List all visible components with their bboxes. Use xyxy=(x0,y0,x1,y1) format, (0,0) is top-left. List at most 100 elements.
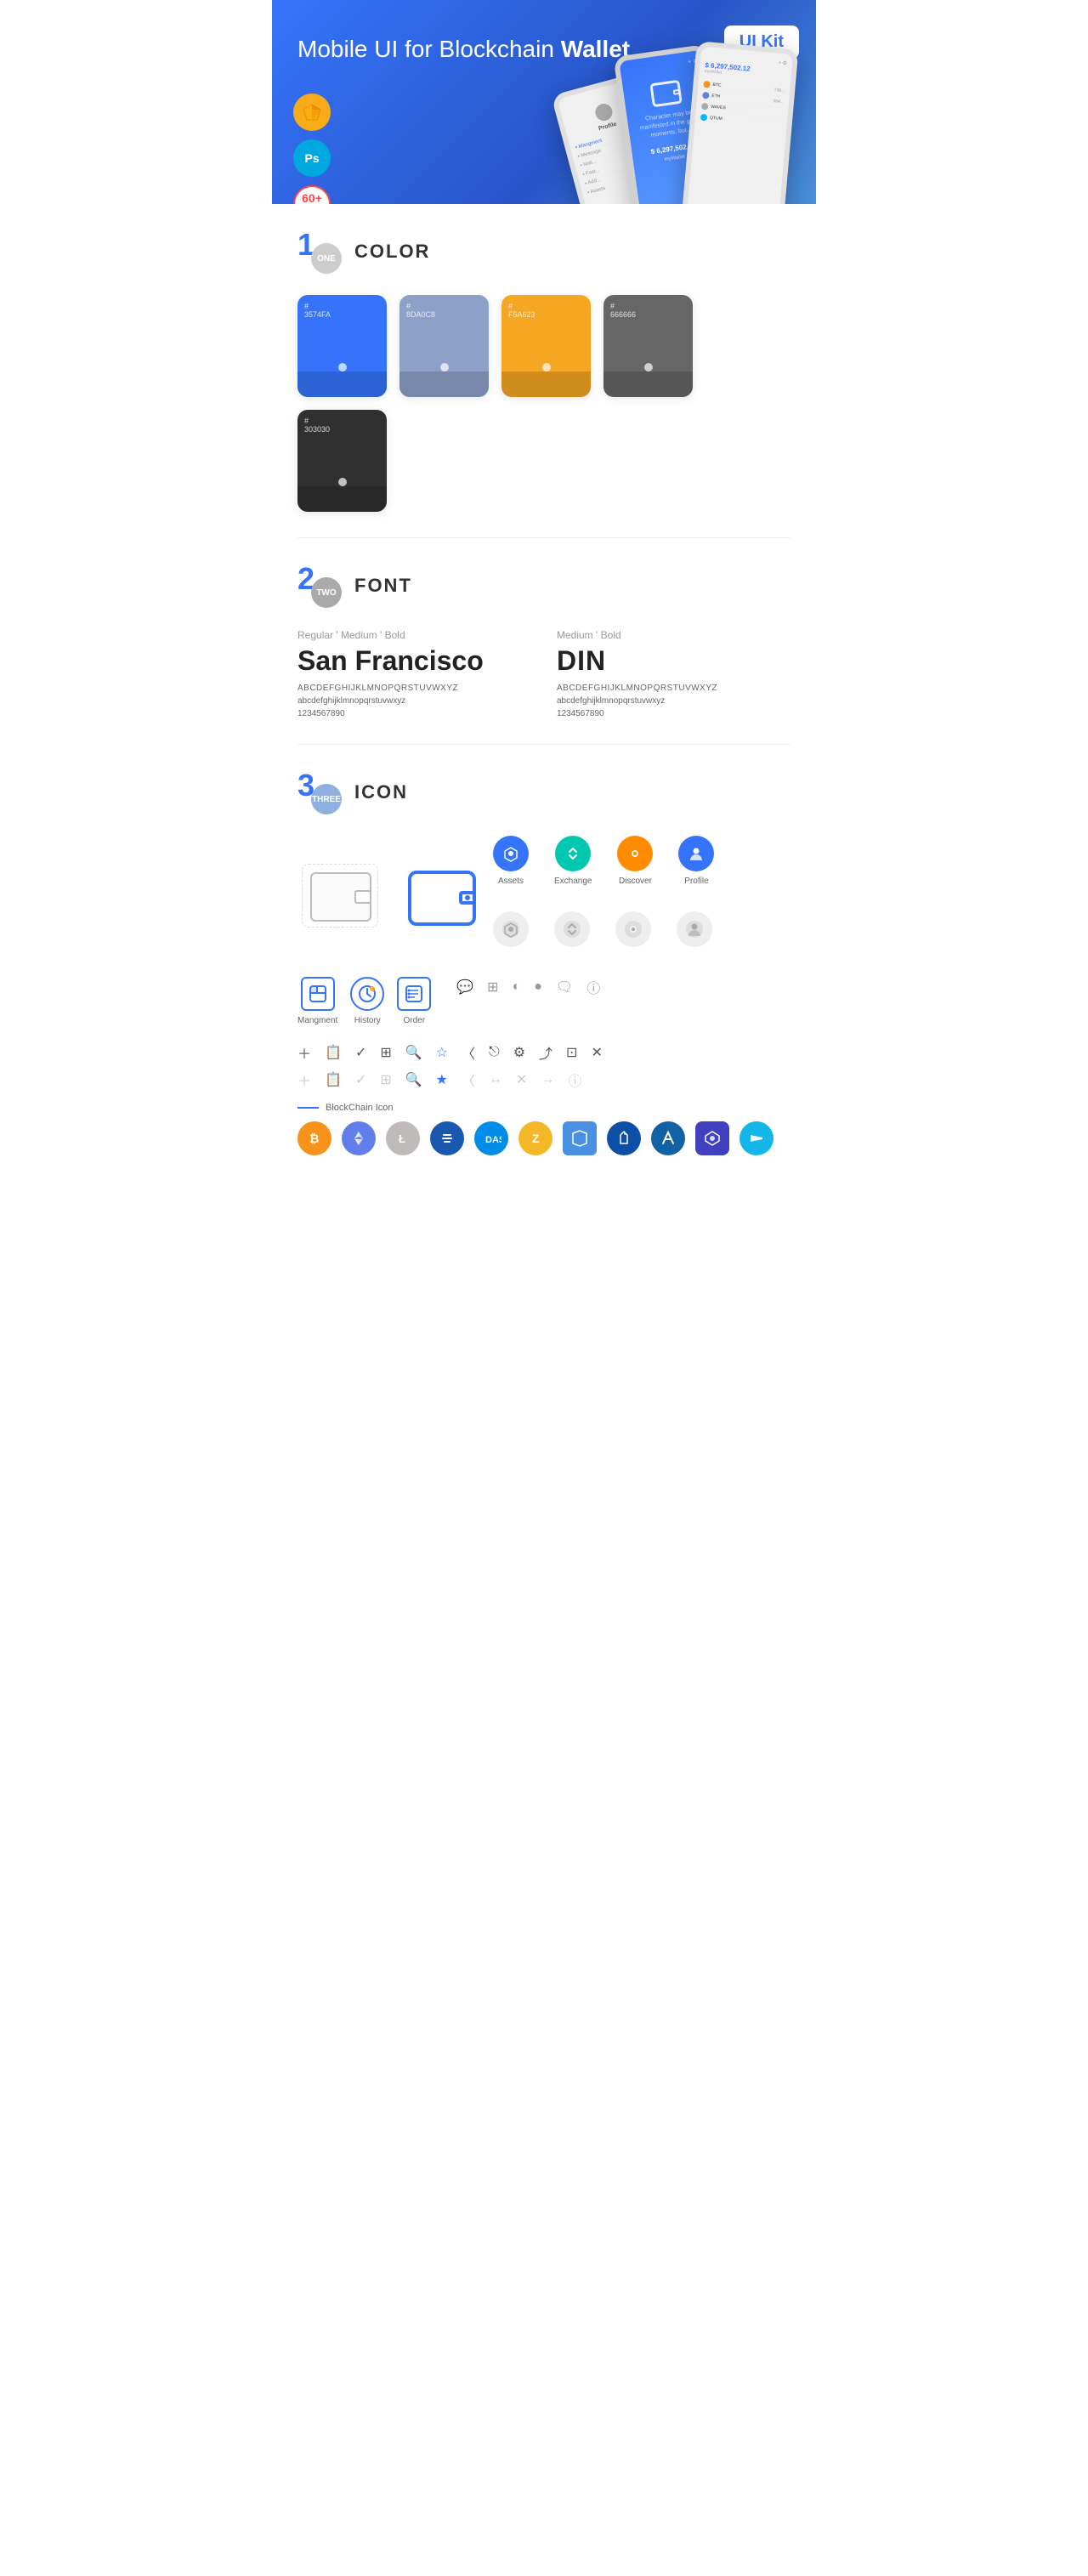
icon-construction-row: Assets Exchange xyxy=(298,836,790,960)
management-icon xyxy=(301,977,335,1011)
sketch-badge xyxy=(293,94,331,131)
plus-icon: ＋ xyxy=(298,1042,311,1063)
swatch-blue: #3574FA xyxy=(298,295,387,397)
font-din: Medium ' Bold DIN ABCDEFGHIJKLMNOPQRSTUV… xyxy=(557,629,790,718)
share-gray-icon: ↔ xyxy=(489,1072,502,1087)
assets-icon xyxy=(493,836,529,871)
lisk-icon xyxy=(607,1121,641,1155)
message-icon: 🗨 xyxy=(556,979,573,996)
arrow-right-gray-icon: → xyxy=(541,1072,554,1087)
plus-gray-icon: ＋ xyxy=(298,1070,311,1090)
chat-icon: 💬 xyxy=(456,979,473,996)
font-sf-name: San Francisco xyxy=(298,645,531,677)
search-gray-icon: 🔍 xyxy=(405,1071,422,1088)
font-sf: Regular ' Medium ' Bold San Francisco AB… xyxy=(298,629,531,718)
icon-section: 3 THREE ICON xyxy=(272,745,816,1181)
info-icon: ⓘ xyxy=(586,977,600,997)
half-circle-icon: ◐ xyxy=(513,979,521,995)
zcash-icon: Z xyxy=(518,1121,552,1155)
blockchain-line xyxy=(298,1107,319,1109)
check-gray-icon: ✓ xyxy=(355,1071,366,1088)
misc-icons: 💬 ⊞ ◐ ● 🗨 ⓘ xyxy=(456,977,600,997)
history-icon: ! xyxy=(350,977,384,1011)
share-icon: ⎋ xyxy=(489,1045,500,1060)
screens-badge: 60+Screens xyxy=(293,185,331,204)
qr-gray-icon: ⊞ xyxy=(380,1071,391,1088)
font-sf-upper: ABCDEFGHIJKLMNOPQRSTUVWXYZ xyxy=(298,684,531,693)
edit-doc-gray-icon: 📋 xyxy=(325,1071,342,1088)
dash-icon: DASH xyxy=(474,1121,508,1155)
font-sf-nums: 1234567890 xyxy=(298,709,531,718)
info-gray-icon: ⓘ xyxy=(568,1070,581,1090)
polymath-icon xyxy=(695,1121,729,1155)
ardor-icon xyxy=(651,1121,685,1155)
utility-icons-gray-row: ＋ 📋 ✓ ⊞ 🔍 ★ 〈 ↔ ✕ → ⓘ xyxy=(298,1070,790,1090)
font-sf-lower: abcdefghijklmnopqrstuvwxyz xyxy=(298,696,531,706)
nav-icon-profile: Profile xyxy=(678,836,714,886)
crypto-icons-row: ₿ Ł xyxy=(298,1121,790,1155)
chevron-left-gray-icon: 〈 xyxy=(462,1070,475,1090)
exchange-label: Exchange xyxy=(554,877,592,886)
nav-icons-group: Assets Exchange xyxy=(493,836,714,960)
chevron-left-icon: 〈 xyxy=(462,1042,475,1063)
x-gray-icon: ✕ xyxy=(516,1071,527,1088)
nav-icon-discover-gray xyxy=(615,911,651,947)
circle-icon: ● xyxy=(534,979,542,995)
search-icon: 🔍 xyxy=(405,1044,422,1061)
nav-icons-gray xyxy=(493,911,714,947)
color-section: 1 ONE COLOR #3574FA #8DA0C8 #F5A623 #666… xyxy=(272,204,816,537)
swatch-orange: #F5A623 xyxy=(502,295,591,397)
font-din-lower: abcdefghijklmnopqrstuvwxyz xyxy=(557,696,790,706)
stratis-icon xyxy=(430,1121,464,1155)
icon-history: ! History xyxy=(350,977,384,1025)
swatch-gray-blue: #8DA0C8 xyxy=(400,295,489,397)
icon-section-header: 3 THREE ICON xyxy=(298,770,790,814)
profile-icon xyxy=(678,836,714,871)
icon-section-number: 3 THREE xyxy=(298,770,342,814)
profile-label: Profile xyxy=(684,877,708,886)
font-section: 2 TWO FONT Regular ' Medium ' Bold San F… xyxy=(272,538,816,744)
icon-wallet-blue-container xyxy=(408,871,476,926)
gear-icon: ⚙ xyxy=(513,1044,525,1061)
font-section-number: 2 TWO xyxy=(298,564,342,608)
font-din-upper: ABCDEFGHIJKLMNOPQRSTUVWXYZ xyxy=(557,684,790,693)
discover-gray-icon xyxy=(615,911,651,947)
nav-icon-exchange: Exchange xyxy=(554,836,592,886)
star-icon: ☆ xyxy=(436,1044,448,1061)
order-icon xyxy=(397,977,431,1011)
ethereum-icon xyxy=(342,1121,376,1155)
utility-icons-row: ＋ 📋 ✓ ⊞ 🔍 ☆ 〈 ⎋ ⚙ ⤴ ⊡ ✕ xyxy=(298,1042,790,1063)
discover-icon xyxy=(617,836,653,871)
nav-icon-exchange-gray xyxy=(554,911,590,947)
order-label: Order xyxy=(403,1016,425,1025)
scan-icon: ⊡ xyxy=(566,1044,577,1061)
svg-text:DASH: DASH xyxy=(485,1135,502,1145)
grid-icon xyxy=(563,1121,597,1155)
management-label: Mangment xyxy=(298,1016,337,1025)
check-icon: ✓ xyxy=(355,1044,366,1061)
font-number-circle: TWO xyxy=(311,577,342,608)
font-section-header: 2 TWO FONT xyxy=(298,564,790,608)
svg-text:Z: Z xyxy=(532,1132,540,1145)
nav-icon-assets: Assets xyxy=(493,836,529,886)
icon-management: Mangment xyxy=(298,977,337,1025)
color-swatches: #3574FA #8DA0C8 #F5A623 #666666 #303030 xyxy=(298,295,790,512)
close-icon: ✕ xyxy=(591,1044,602,1061)
svg-text:Ł: Ł xyxy=(399,1132,405,1145)
layers-icon: ⊞ xyxy=(487,979,498,996)
color-number-circle: ONE xyxy=(311,243,342,274)
assets-label: Assets xyxy=(498,877,524,886)
nav-icon-discover: Discover xyxy=(617,836,653,886)
phone-right: + ⚙ $ 6,297,502.12 myWallet BTC 738... E… xyxy=(682,41,799,204)
color-section-header: 1 ONE COLOR xyxy=(298,230,790,274)
discover-label: Discover xyxy=(619,877,652,886)
color-section-number: 1 ONE xyxy=(298,230,342,274)
profile-gray-icon xyxy=(677,911,712,947)
exchange-icon xyxy=(555,836,591,871)
stellar-icon xyxy=(740,1121,774,1155)
misc-icons-top: 💬 ⊞ ◐ ● 🗨 ⓘ xyxy=(456,977,600,997)
nav-icons-top: Assets Exchange xyxy=(493,836,714,886)
color-section-title: COLOR xyxy=(354,241,430,263)
nav-icon-profile-gray xyxy=(677,911,712,947)
font-section-title: FONT xyxy=(354,575,412,597)
